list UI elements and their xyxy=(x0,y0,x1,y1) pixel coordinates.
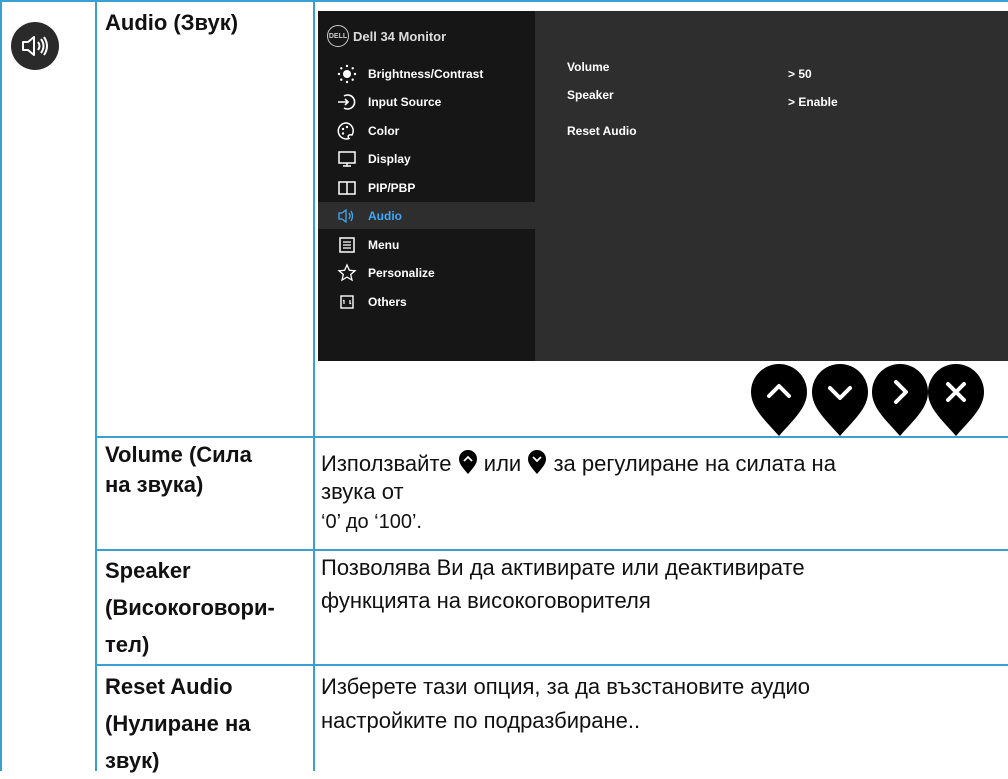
menu-item-label: Display xyxy=(368,151,411,166)
menu-item-label: Personalize xyxy=(368,265,435,280)
display-icon xyxy=(336,148,358,170)
volume-label: Volume (Сила на звука) xyxy=(105,442,252,497)
submenu-volume-value: > 50 xyxy=(788,67,812,81)
menu-item-others[interactable]: Others xyxy=(318,288,535,315)
section-title: Audio (Звук) xyxy=(105,10,239,35)
star-icon xyxy=(336,262,358,284)
menu-item-label: PIP/PBP xyxy=(368,180,416,195)
grid-top xyxy=(0,0,1008,2)
reset-audio-label: Reset Audio (Нулиране на звук) xyxy=(105,674,251,773)
down-button[interactable] xyxy=(810,362,870,438)
up-button-icon xyxy=(458,450,477,474)
menu-item-label: Others xyxy=(368,294,407,309)
right-button[interactable] xyxy=(870,362,930,438)
pip-pbp-icon xyxy=(336,177,358,199)
submenu-reset-audio[interactable]: Reset Audio xyxy=(567,124,637,138)
menu-item-input-source[interactable]: Input Source xyxy=(318,88,535,115)
submenu-speaker-value: > Enable xyxy=(788,95,838,109)
reset-audio-description: Изберете тази опция, за да възстановите … xyxy=(321,674,811,733)
input-source-icon xyxy=(336,91,358,113)
menu-item-brightness[interactable]: Brightness/Contrast xyxy=(318,60,535,87)
speaker-description: Позволява Ви да активирате или деактивир… xyxy=(321,555,805,613)
menu-item-label: Input Source xyxy=(368,94,442,109)
menu-icon xyxy=(336,234,358,256)
submenu-volume[interactable]: Volume xyxy=(567,60,609,74)
speaker-icon xyxy=(336,205,358,227)
menu-item-color[interactable]: Color xyxy=(318,117,535,144)
menu-item-label: Brightness/Contrast xyxy=(368,66,484,81)
others-icon xyxy=(336,291,358,313)
menu-item-display[interactable]: Display xyxy=(318,145,535,172)
monitor-name: Dell 34 Monitor xyxy=(353,28,447,44)
volume-description: Използвайте или за регулиране на силата … xyxy=(321,450,836,533)
dell-logo: DELL xyxy=(327,25,349,47)
grid-col2 xyxy=(313,0,315,771)
osd-menu-screenshot: DELL Dell 34 Monitor Brightness/Contrast… xyxy=(318,11,1008,361)
grid-left xyxy=(0,0,2,771)
speaker-icon xyxy=(11,22,59,70)
up-button[interactable] xyxy=(749,362,809,438)
grid-h3 xyxy=(95,664,1008,666)
grid-col1 xyxy=(95,0,97,771)
close-button[interactable] xyxy=(926,362,986,438)
menu-item-pip-pbp[interactable]: PIP/PBP xyxy=(318,174,535,201)
menu-item-audio[interactable]: Audio xyxy=(318,202,535,229)
speaker-label: Speaker (Високоговори- тел) xyxy=(105,558,275,657)
brightness-icon xyxy=(336,63,358,85)
menu-item-label: Menu xyxy=(368,237,400,252)
menu-item-personalize[interactable]: Personalize xyxy=(318,259,535,286)
menu-item-label: Audio xyxy=(368,208,402,223)
osd-header: DELL Dell 34 Monitor xyxy=(327,25,446,47)
menu-item-label: Color xyxy=(368,123,400,138)
down-button-icon xyxy=(528,450,547,474)
menu-item-menu[interactable]: Menu xyxy=(318,231,535,258)
color-palette-icon xyxy=(336,120,358,142)
submenu-speaker[interactable]: Speaker xyxy=(567,88,614,102)
